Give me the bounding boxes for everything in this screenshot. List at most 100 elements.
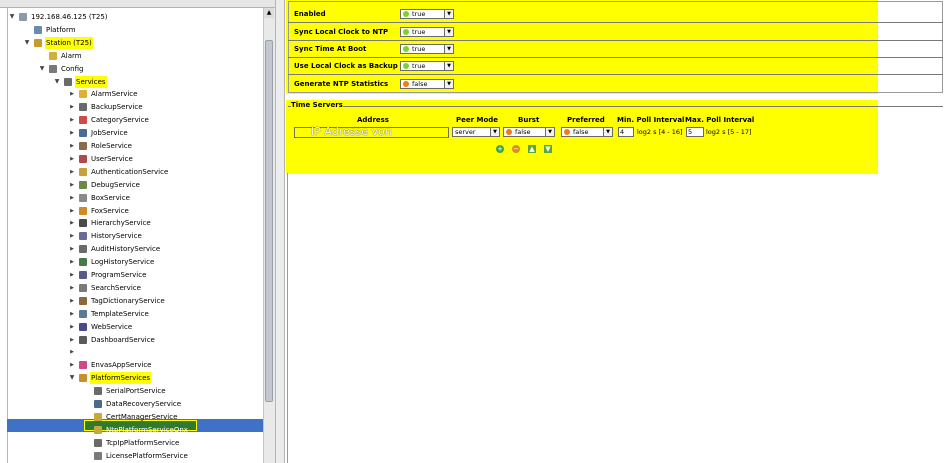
tree-node-label: RoleService — [91, 142, 132, 150]
tree-node-label: TemplateService — [91, 310, 149, 318]
setting-label: Enabled — [294, 10, 326, 18]
tree-node-label: Alarm — [61, 52, 82, 60]
collapse-arrow-icon[interactable]: ▶ — [68, 153, 76, 165]
peer-mode-select[interactable]: server ▼ — [452, 127, 500, 137]
collapse-arrow-icon[interactable]: ▶ — [68, 359, 76, 371]
role-icon — [79, 142, 87, 150]
tree-node-label: JobService — [91, 129, 128, 137]
collapse-arrow-icon[interactable]: ▶ — [68, 269, 76, 281]
chevron-down-icon: ▼ — [444, 80, 453, 88]
tree-node-label: EnvasAppService — [91, 361, 152, 369]
setting-select[interactable]: true ▼ — [400, 27, 454, 37]
collapse-arrow-icon[interactable]: ▶ — [68, 192, 76, 204]
history-icon — [79, 232, 87, 240]
header-burst: Burst — [518, 116, 540, 124]
preferred-select[interactable]: false ▼ — [561, 127, 613, 137]
collapse-arrow-icon[interactable]: ▶ — [68, 321, 76, 333]
collapse-arrow-icon[interactable]: ▶ — [68, 243, 76, 255]
setting-label: Sync Time At Boot — [294, 45, 367, 53]
tree-node-label: PlatformServices — [90, 372, 152, 384]
address-value: IP Adresse von — [311, 125, 392, 138]
tree-node-label: Services — [75, 76, 107, 88]
search-icon — [79, 284, 87, 292]
config-icon — [49, 65, 57, 73]
tree-node-label: SerialPortService — [106, 387, 166, 395]
burst-value: false — [515, 128, 531, 136]
services-icon — [64, 78, 72, 86]
expand-arrow-icon[interactable]: ▼ — [68, 372, 76, 384]
setting-divider — [288, 40, 943, 41]
web-icon — [79, 323, 87, 331]
collapse-arrow-icon[interactable]: ▶ — [68, 295, 76, 307]
dashboard-icon — [79, 336, 87, 344]
user-icon — [79, 155, 87, 163]
max-poll-field[interactable]: 5 — [686, 127, 704, 137]
collapse-arrow-icon[interactable]: ▶ — [68, 256, 76, 268]
log-history-icon — [79, 258, 87, 266]
tree-node-label: 192.168.46.125 (T25) — [31, 13, 108, 21]
tree-node-label: DataRecoveryService — [106, 400, 182, 408]
burst-select[interactable]: false ▼ — [503, 127, 555, 137]
scroll-up-icon[interactable]: ▲ — [264, 8, 274, 18]
setting-value: true — [412, 10, 426, 18]
status-dot-icon — [403, 11, 409, 17]
platform-icon — [34, 26, 42, 34]
tree-node-label: UserService — [91, 155, 133, 163]
setting-select[interactable]: true ▼ — [400, 9, 454, 19]
collapse-arrow-icon[interactable]: ▶ — [68, 179, 76, 191]
header-peer-mode: Peer Mode — [456, 116, 499, 124]
chevron-down-icon: ▼ — [444, 28, 453, 36]
nav-toolbar — [0, 0, 275, 8]
tree-node-label: CategoryService — [91, 116, 149, 124]
remove-icon[interactable]: − — [512, 145, 520, 153]
tag-dictionary-icon — [79, 297, 87, 305]
split-divider[interactable] — [275, 0, 285, 463]
setting-value: true — [412, 45, 426, 53]
setting-select[interactable]: false ▼ — [400, 79, 454, 89]
tree-node-label: Station (T25) — [45, 37, 93, 49]
setting-label: Sync Local Clock to NTP — [294, 28, 389, 36]
expand-arrow-icon[interactable]: ▼ — [38, 63, 46, 75]
setting-select[interactable]: true ▼ — [400, 61, 454, 71]
expand-arrow-icon[interactable]: ▼ — [53, 76, 61, 88]
expand-arrow-icon[interactable]: ▼ — [23, 37, 31, 49]
collapse-arrow-icon[interactable]: ▶ — [68, 114, 76, 126]
tree-node-label: TagDictionaryService — [91, 297, 165, 305]
ntp-icon — [94, 426, 102, 434]
header-min-poll: Min. Poll Interval — [617, 116, 685, 124]
collapse-arrow-icon[interactable]: ▶ — [68, 346, 76, 358]
min-poll-field[interactable]: 4 — [618, 127, 634, 137]
collapse-arrow-icon[interactable]: ▶ — [68, 308, 76, 320]
setting-label: Use Local Clock as Backup — [294, 62, 398, 70]
tree-node-label: AuthenticationService — [91, 168, 169, 176]
alarm-service-icon — [79, 90, 87, 98]
status-dot-icon — [403, 46, 409, 52]
collapse-arrow-icon[interactable]: ▶ — [68, 334, 76, 346]
collapse-arrow-icon[interactable]: ▶ — [68, 166, 76, 178]
collapse-arrow-icon[interactable]: ▶ — [68, 217, 76, 229]
nav-scroll-thumb[interactable] — [265, 40, 273, 402]
collapse-arrow-icon[interactable]: ▶ — [68, 282, 76, 294]
collapse-arrow-icon[interactable]: ▶ — [68, 205, 76, 217]
collapse-arrow-icon[interactable]: ▶ — [68, 127, 76, 139]
add-icon[interactable]: + — [496, 145, 504, 153]
tree-node-label: NtpPlatformServiceQnx — [106, 426, 188, 434]
setting-divider — [288, 57, 943, 58]
template-icon — [79, 310, 87, 318]
fox-icon — [79, 207, 87, 215]
collapse-arrow-icon[interactable]: ▶ — [68, 140, 76, 152]
peer-mode-value: server — [455, 128, 476, 136]
envas-app-icon — [79, 361, 87, 369]
collapse-arrow-icon[interactable]: ▶ — [68, 230, 76, 242]
move-up-icon[interactable]: ▲ — [528, 145, 536, 153]
chevron-down-icon: ▼ — [444, 10, 453, 18]
collapse-arrow-icon[interactable]: ▶ — [68, 88, 76, 100]
expand-arrow-icon[interactable]: ▼ — [8, 11, 16, 23]
collapse-arrow-icon[interactable]: ▶ — [68, 101, 76, 113]
tree-node-label: DashboardService — [91, 336, 155, 344]
max-poll-unit: log2 s [5 - 17] — [706, 128, 752, 136]
move-down-icon[interactable]: ▼ — [544, 145, 552, 153]
authentication-icon — [79, 168, 87, 176]
status-dot-icon — [403, 29, 409, 35]
setting-select[interactable]: true ▼ — [400, 44, 454, 54]
